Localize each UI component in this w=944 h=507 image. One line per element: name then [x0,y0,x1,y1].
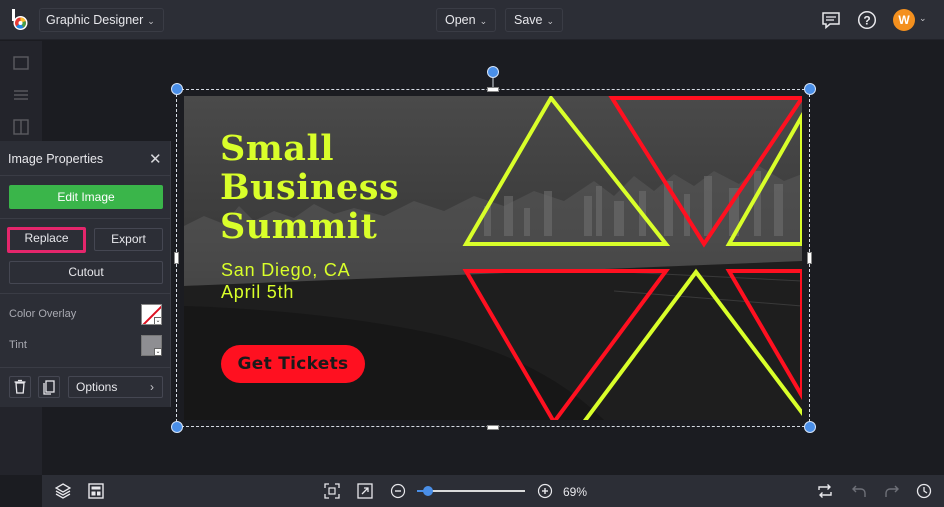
headline-line: Summit [220,206,378,247]
zoom-slider-handle[interactable] [422,486,433,496]
edit-image-button[interactable]: Edit Image [9,185,163,209]
cutout-button[interactable]: Cutout [9,261,163,284]
top-toolbar: Graphic Designer ⌄ Open ⌄ Save ⌄ ? W ⌄ [0,0,944,40]
event-location: San Diego, CA [221,260,351,280]
resize-handle-top-left[interactable] [171,83,183,95]
open-label: Open [445,13,476,27]
copy-icon [43,380,55,395]
feedback-icon[interactable] [821,10,841,30]
save-button[interactable]: Save ⌄ [505,8,564,32]
trash-icon [14,379,26,394]
image-properties-panel: Image Properties ✕ Edit Image Replace Ex… [0,141,171,407]
app-name: Graphic Designer [46,13,144,27]
svg-text:?: ? [863,13,870,27]
zoom-percentage: 69% [563,485,588,499]
chevron-down-icon: ⌄ [147,16,155,26]
divider [0,293,171,294]
resize-handle-left[interactable] [174,252,179,264]
open-button[interactable]: Open ⌄ [436,8,497,32]
get-tickets-badge: Get Tickets [221,345,365,383]
design-canvas[interactable]: Small Business Summit San Diego, CA Apri… [184,96,802,420]
chevron-down-icon: ⌄ [154,348,162,356]
event-date: April 5th [221,282,295,302]
help-icon[interactable]: ? [857,10,877,30]
layers-icon[interactable] [55,483,71,499]
zoom-in-icon[interactable] [537,483,553,499]
befunky-logo-icon[interactable] [8,8,32,32]
options-label: Options [76,380,118,394]
tint-swatch[interactable]: ⌄ [141,335,162,356]
swap-icon[interactable] [817,483,833,499]
divider [0,175,171,176]
divider [0,367,171,368]
adjust-tool-icon[interactable] [13,87,29,103]
close-icon[interactable]: ✕ [149,150,162,168]
headline: Small Business Summit [220,129,399,246]
color-overlay-swatch[interactable]: ⌄ [141,304,162,325]
actual-size-icon[interactable] [357,483,373,499]
color-overlay-label: Color Overlay [9,308,77,320]
delete-button[interactable] [9,376,31,398]
redo-icon[interactable] [884,483,900,499]
duplicate-button[interactable] [38,376,60,398]
headline-line: Small [220,128,335,169]
headline-line: Business [220,167,400,208]
undo-icon[interactable] [851,483,867,499]
layout-tool-icon[interactable] [13,119,29,135]
fit-to-screen-icon[interactable] [324,483,340,499]
history-icon[interactable] [916,483,932,499]
save-label: Save [514,13,543,27]
event-details: San Diego, CA April 5th [221,259,350,303]
replace-button[interactable]: Replace [7,227,86,253]
resize-handle-bottom-left[interactable] [171,421,183,433]
zoom-slider-track[interactable] [417,490,525,492]
resize-handle-bottom-right[interactable] [804,421,816,433]
chevron-right-icon: › [150,380,154,394]
tint-label: Tint [9,339,27,351]
app-switcher-dropdown[interactable]: Graphic Designer ⌄ [39,8,164,32]
user-avatar[interactable]: W [893,9,915,31]
image-tool-icon[interactable] [13,55,29,71]
chevron-down-icon[interactable]: ⌄ [919,13,927,24]
options-button[interactable]: Options › [68,376,163,398]
resize-handle-top-right[interactable] [804,83,816,95]
panel-title: Image Properties [8,152,104,166]
resize-handle-right[interactable] [807,252,812,264]
chevron-down-icon: ⌄ [479,16,488,26]
chevron-down-icon: ⌄ [154,317,161,324]
export-button[interactable]: Export [94,228,163,251]
chevron-down-icon: ⌄ [546,16,555,26]
divider [0,218,171,219]
resize-handle-bottom[interactable] [487,425,499,430]
zoom-out-icon[interactable] [390,483,406,499]
resize-handle-top[interactable] [487,87,499,92]
template-icon[interactable] [88,483,104,499]
